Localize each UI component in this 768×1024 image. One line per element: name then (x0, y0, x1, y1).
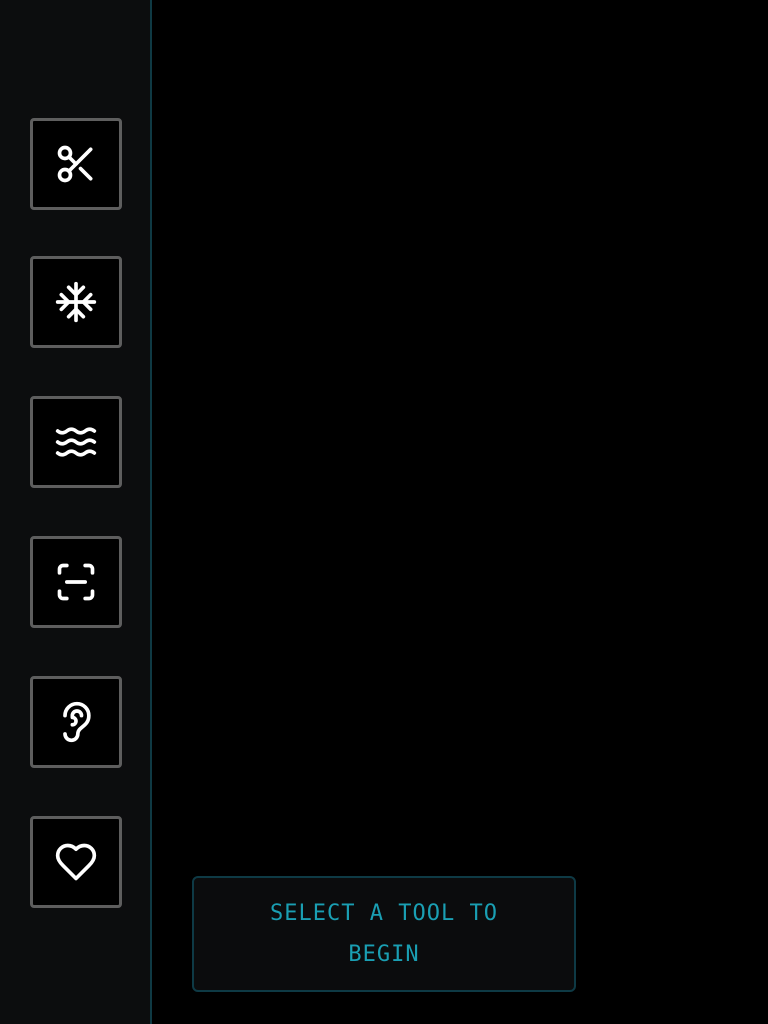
scan-icon (57, 563, 95, 601)
waves-icon (55, 427, 97, 457)
snowflake-icon (55, 281, 97, 323)
ear-icon (63, 701, 91, 743)
app-root: SELECT A TOOL TO BEGIN (0, 0, 768, 1024)
main-canvas[interactable] (154, 0, 768, 1024)
waves-tool-button[interactable] (30, 396, 122, 488)
scan-tool-button[interactable] (30, 536, 122, 628)
instruction-panel: SELECT A TOOL TO BEGIN (192, 876, 576, 992)
heart-tool-button[interactable] (30, 816, 122, 908)
ear-tool-button[interactable] (30, 676, 122, 768)
instruction-text: SELECT A TOOL TO BEGIN (270, 901, 498, 967)
scissors-icon (57, 145, 93, 183)
snowflake-tool-button[interactable] (30, 256, 122, 348)
tool-sidebar (0, 0, 152, 1024)
scissors-tool-button[interactable] (30, 118, 122, 210)
heart-icon (55, 843, 97, 881)
